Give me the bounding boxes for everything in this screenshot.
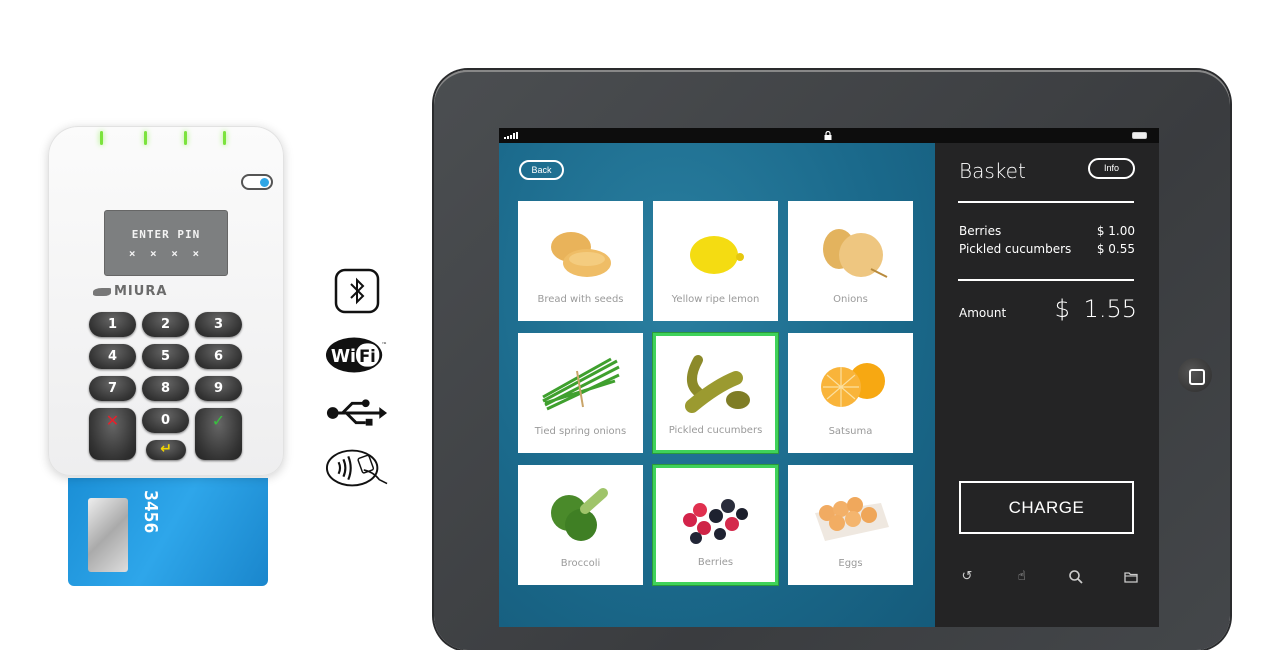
svg-text:Fi: Fi [359, 347, 376, 366]
bluetooth-icon [325, 268, 389, 314]
product-name: Bread with seeds [537, 294, 624, 305]
info-button[interactable]: Info [1088, 158, 1135, 179]
product-name: Tied spring onions [534, 426, 627, 437]
product-tile-lemon[interactable]: Yellow ripe lemon [653, 201, 778, 321]
undo-icon[interactable]: ↺ [959, 569, 975, 585]
home-button[interactable] [1178, 358, 1212, 392]
product-tile-satsuma[interactable]: Satsuma [788, 333, 913, 453]
amount-value: $ 1.55 [1054, 295, 1137, 323]
eggs-image [814, 497, 889, 541]
battery-icon [1132, 132, 1147, 139]
cancel-key[interactable]: ✕ [89, 408, 136, 460]
wifi-text-wi: Wi [331, 347, 356, 367]
wifi-icon: Wi Fi ™ [325, 336, 389, 374]
product-pane: Back Bread with seeds Yellow ripe lemon … [499, 143, 935, 627]
product-name: Satsuma [828, 426, 873, 437]
pin-display: ENTER PIN × × × × [104, 210, 228, 276]
spring-onions-image [541, 357, 620, 411]
charge-button[interactable]: CHARGE [959, 481, 1134, 534]
contactless-icon [325, 448, 389, 488]
product-tile-berries[interactable]: Berries [653, 465, 778, 585]
key-2[interactable]: 2 [142, 312, 189, 337]
product-tile-eggs[interactable]: Eggs [788, 465, 913, 585]
product-tile-onions[interactable]: Onions [788, 201, 913, 321]
status-led [100, 131, 103, 145]
status-led [184, 131, 187, 145]
key-4[interactable]: 4 [89, 344, 136, 369]
power-toggle[interactable] [241, 174, 273, 190]
enter-key[interactable]: ↵ [146, 440, 186, 460]
key-7[interactable]: 7 [89, 376, 136, 401]
lemon-image [689, 236, 744, 274]
product-name: Yellow ripe lemon [671, 294, 760, 305]
key-8[interactable]: 8 [142, 376, 189, 401]
key-5[interactable]: 5 [142, 344, 189, 369]
product-name: Eggs [838, 558, 863, 569]
berries-image [682, 499, 748, 544]
lock-icon [824, 131, 832, 140]
status-led [144, 131, 147, 145]
onions-image [822, 229, 887, 278]
product-tile-pickled-cucumbers[interactable]: Pickled cucumbers [653, 333, 778, 453]
product-grid: Bread with seeds Yellow ripe lemon Onion… [518, 201, 913, 585]
usb-icon [325, 398, 389, 428]
card-chip [88, 498, 128, 572]
divider [958, 279, 1134, 281]
status-led [223, 131, 226, 145]
check-icon: ✓ [211, 411, 226, 430]
key-9[interactable]: 9 [195, 376, 242, 401]
tablet-screen: Back Bread with seeds Yellow ripe lemon … [499, 128, 1159, 627]
basket-item-price: $ 0.55 [1096, 242, 1135, 256]
product-name: Pickled cucumbers [668, 425, 763, 436]
pin-prompt: ENTER PIN [131, 228, 201, 241]
pin-mask: × × × × [128, 247, 204, 260]
product-tile-broccoli[interactable]: Broccoli [518, 465, 643, 585]
product-name: Berries [697, 557, 734, 568]
key-1[interactable]: 1 [89, 312, 136, 337]
amount-label: Amount [959, 306, 1007, 320]
divider [958, 201, 1134, 203]
hand-icon[interactable]: ☝ [1014, 569, 1030, 585]
pickles-image [684, 355, 750, 413]
search-icon[interactable] [1068, 569, 1084, 585]
basket-item: Berries $ 1.00 [959, 224, 1135, 238]
broccoli-image [550, 488, 608, 541]
cancel-icon: ✕ [105, 411, 120, 430]
card-reader: ENTER PIN × × × × MIURA 1 2 3 4 5 6 7 8 … [48, 126, 284, 476]
back-button[interactable]: Back [519, 160, 564, 180]
enter-icon: ↵ [160, 441, 172, 457]
basket-item: Pickled cucumbers $ 0.55 [959, 242, 1135, 256]
basket-panel: Basket Info Berries $ 1.00 Pickled cucum… [935, 143, 1159, 627]
key-6[interactable]: 6 [195, 344, 242, 369]
basket-item-name: Pickled cucumbers [959, 242, 1072, 256]
key-3[interactable]: 3 [195, 312, 242, 337]
bottom-toolbar: ↺ ☝ [959, 569, 1139, 585]
product-tile-bread[interactable]: Bread with seeds [518, 201, 643, 321]
product-name: Broccoli [560, 558, 601, 569]
signal-icon [504, 132, 518, 139]
basket-item-name: Berries [959, 224, 1002, 238]
svg-text:™: ™ [381, 341, 387, 348]
bread-image [550, 232, 611, 277]
folder-icon[interactable] [1123, 569, 1139, 585]
status-bar [499, 128, 1159, 143]
basket-item-price: $ 1.00 [1096, 224, 1135, 238]
basket-title: Basket [959, 159, 1026, 183]
product-name: Onions [833, 294, 868, 305]
satsuma-image [820, 363, 885, 407]
credit-card: 3456 [68, 478, 268, 586]
product-tile-spring-onions[interactable]: Tied spring onions [518, 333, 643, 453]
key-0[interactable]: 0 [142, 408, 189, 433]
card-number: 3456 [140, 490, 161, 534]
confirm-key[interactable]: ✓ [195, 408, 242, 460]
brand-logo: MIURA [93, 284, 167, 299]
